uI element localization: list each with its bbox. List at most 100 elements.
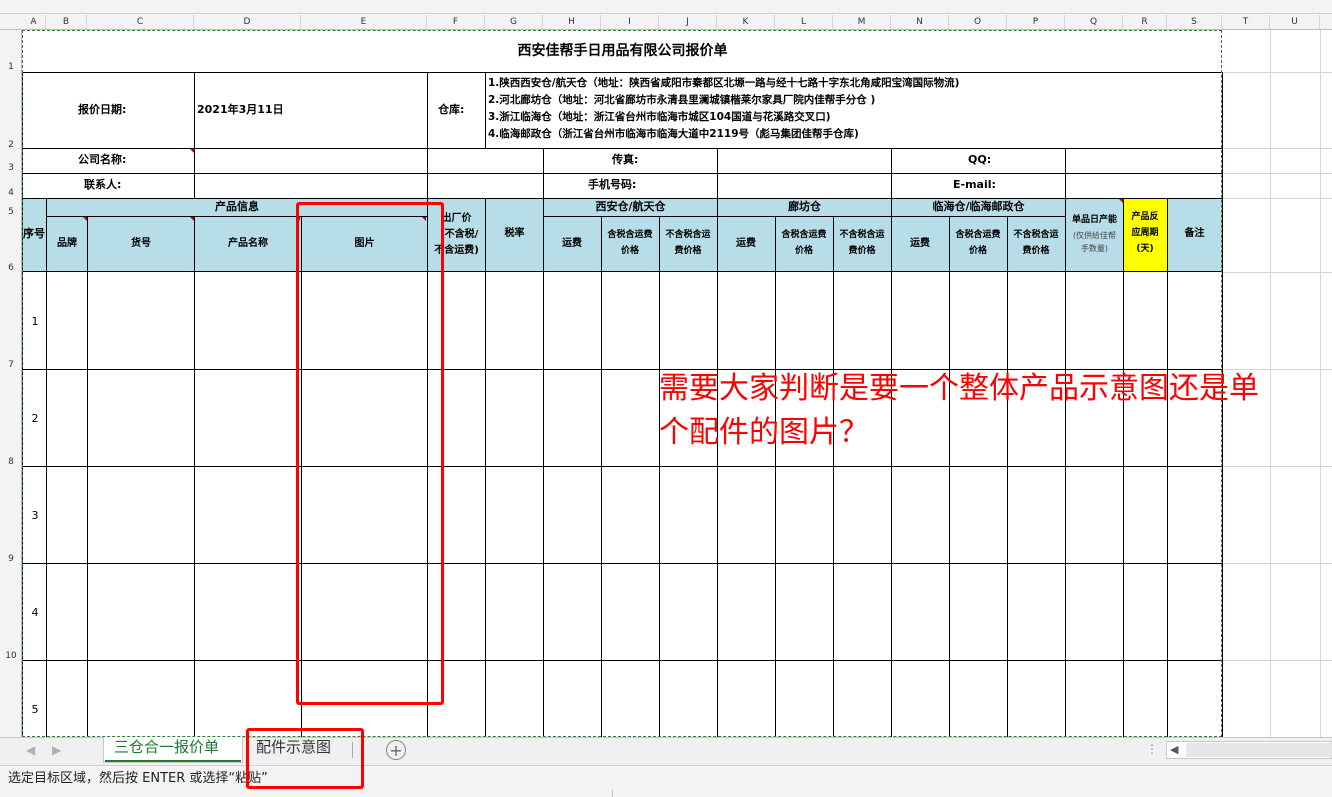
scroll-left-icon[interactable]: ◀: [1170, 744, 1178, 755]
column-header-g[interactable]: G: [485, 15, 543, 29]
seq-cell[interactable]: 4: [23, 607, 47, 618]
row-header-2[interactable]: 2: [0, 140, 22, 150]
scrollbar-thumb[interactable]: [1186, 743, 1332, 757]
active-tab-underline: [105, 760, 241, 762]
company-label: 公司名称:: [78, 153, 127, 166]
header-item-no: 货号: [131, 238, 151, 249]
gridline: [1270, 30, 1271, 737]
tab-scroll-right-icon[interactable]: ▶: [52, 744, 61, 756]
row-header-9[interactable]: 9: [0, 554, 22, 564]
formula-bar[interactable]: [0, 0, 1332, 14]
column-header-p[interactable]: P: [1007, 15, 1065, 29]
column-header-h[interactable]: H: [543, 15, 601, 29]
annotation-line-1: 需要大家判断是要一个整体产品示意图还是单: [659, 371, 1259, 406]
row-header-8[interactable]: 8: [0, 457, 22, 467]
header-daily-capacity-note-2: 手数量): [1080, 244, 1109, 253]
fax-label: 传真:: [612, 153, 639, 166]
gridline: [1222, 563, 1332, 564]
warehouse-line-1: 1.陕西西安仓/航天仓（地址：陕西省咸阳市秦都区北塬一路与经十七路十字东北角咸阳…: [488, 77, 960, 89]
header-without-tax-1-3: 不含税含运: [1013, 230, 1059, 240]
comment-marker[interactable]: [83, 217, 87, 221]
seq-cell[interactable]: 3: [23, 510, 47, 521]
row-header-7[interactable]: 7: [0, 360, 22, 370]
row-header-4[interactable]: 4: [0, 188, 22, 198]
column-header-k[interactable]: K: [717, 15, 775, 29]
column-header-a[interactable]: A: [22, 15, 46, 29]
tab-split-handle-icon[interactable]: ⋮: [1146, 743, 1158, 755]
seq-cell[interactable]: 5: [23, 704, 47, 715]
header-feedback-2: 应周期: [1131, 228, 1159, 238]
header-group-linhai: 临海仓/临海邮政仓: [932, 200, 1025, 213]
row-header-6[interactable]: 6: [0, 263, 22, 273]
gridline: [1222, 272, 1332, 273]
column-header-s[interactable]: S: [1167, 15, 1222, 29]
comment-marker[interactable]: [190, 149, 194, 153]
seq-cell[interactable]: 1: [23, 316, 47, 327]
column-header-q[interactable]: Q: [1065, 15, 1123, 29]
row-header-5[interactable]: 5: [0, 207, 22, 217]
row-header-10[interactable]: 10: [0, 651, 22, 661]
header-product-name: 产品名称: [228, 238, 268, 249]
header-feedback-1: 产品反: [1131, 212, 1159, 222]
column-header-b[interactable]: B: [46, 15, 87, 29]
header-freight-3: 运费: [910, 238, 930, 249]
header-with-tax-2-3: 价格: [968, 246, 987, 256]
column-header-o[interactable]: O: [949, 15, 1007, 29]
gridline: [1222, 148, 1332, 149]
seq-cell[interactable]: 2: [23, 413, 47, 424]
column-header-c[interactable]: C: [87, 15, 194, 29]
column-header-n[interactable]: N: [891, 15, 949, 29]
gridline: [1222, 72, 1332, 73]
column-header-u[interactable]: U: [1270, 15, 1320, 29]
row-header-3[interactable]: 3: [0, 163, 22, 173]
column-header-e[interactable]: E: [301, 15, 427, 29]
column-header-d[interactable]: D: [194, 15, 301, 29]
tab-highlight: [246, 728, 364, 789]
qq-label: QQ:: [968, 153, 992, 166]
quote-date-label: 报价日期:: [78, 103, 127, 116]
row-header-1[interactable]: 1: [0, 62, 22, 72]
gridline: [1222, 198, 1332, 199]
header-seq: 序号: [23, 227, 45, 240]
header-group-xian: 西安仓/航天仓: [595, 200, 666, 213]
header-with-tax-1-1: 含税含运费: [607, 230, 653, 240]
row-header-bar: [0, 30, 22, 737]
header-without-tax-2-3: 费价格: [1022, 246, 1050, 256]
header-without-tax-2-2: 费价格: [848, 246, 876, 256]
add-sheet-icon[interactable]: +: [386, 740, 406, 760]
header-with-tax-1-3: 含税含运费: [955, 230, 1001, 240]
header-group-langfang: 廊坊仓: [788, 200, 821, 213]
comment-marker[interactable]: [190, 217, 194, 221]
column-header-m[interactable]: M: [833, 15, 891, 29]
warehouse-line-4: 4.临海邮政仓（浙江省台州市临海市临海大道中2119号（彪马集团佳帮手仓库): [488, 128, 859, 140]
comment-marker[interactable]: [1119, 199, 1123, 203]
gridline: [1222, 466, 1332, 467]
tab-quote-sheet-label[interactable]: 三仓合一报价单: [114, 740, 219, 755]
annotation-line-2: 个配件的图片？: [659, 415, 869, 450]
header-freight-2: 运费: [736, 238, 756, 249]
gridline: [1320, 30, 1321, 737]
header-with-tax-1-2: 含税含运费: [781, 230, 827, 240]
warehouse-line-3: 3.浙江临海仓（地址：浙江省台州市临海市城区104国道与花溪路交叉口): [488, 111, 831, 123]
warehouse-label: 仓库:: [438, 103, 465, 116]
gridline: [1222, 173, 1332, 174]
column-header-f[interactable]: F: [427, 15, 485, 29]
gridline: [1222, 660, 1332, 661]
header-brand: 品牌: [57, 238, 77, 249]
tab-scroll-left-icon[interactable]: ◀: [26, 744, 35, 756]
column-header-l[interactable]: L: [775, 15, 833, 29]
header-freight-1: 运费: [562, 238, 582, 249]
header-daily-capacity-note-1: (仅供给佳帮: [1072, 231, 1117, 240]
column-header-j[interactable]: J: [659, 15, 717, 29]
email-label: E-mail:: [953, 178, 996, 191]
warehouse-line-2: 2.河北廊坊仓（地址：河北省廊坊市永清县里澜城镇楷莱尔家具厂院内佳帮手分仓 ): [488, 94, 876, 106]
header-daily-capacity: 单品日产能: [1071, 215, 1117, 225]
quote-date-value[interactable]: 2021年3月11日: [197, 104, 284, 115]
picture-column-highlight: [296, 202, 444, 705]
header-with-tax-2-1: 价格: [620, 246, 639, 256]
header-without-tax-1-2: 不含税含运: [839, 230, 885, 240]
contact-label: 联系人:: [84, 178, 122, 191]
column-header-i[interactable]: I: [601, 15, 659, 29]
column-header-r[interactable]: R: [1123, 15, 1167, 29]
column-header-t[interactable]: T: [1222, 15, 1270, 29]
